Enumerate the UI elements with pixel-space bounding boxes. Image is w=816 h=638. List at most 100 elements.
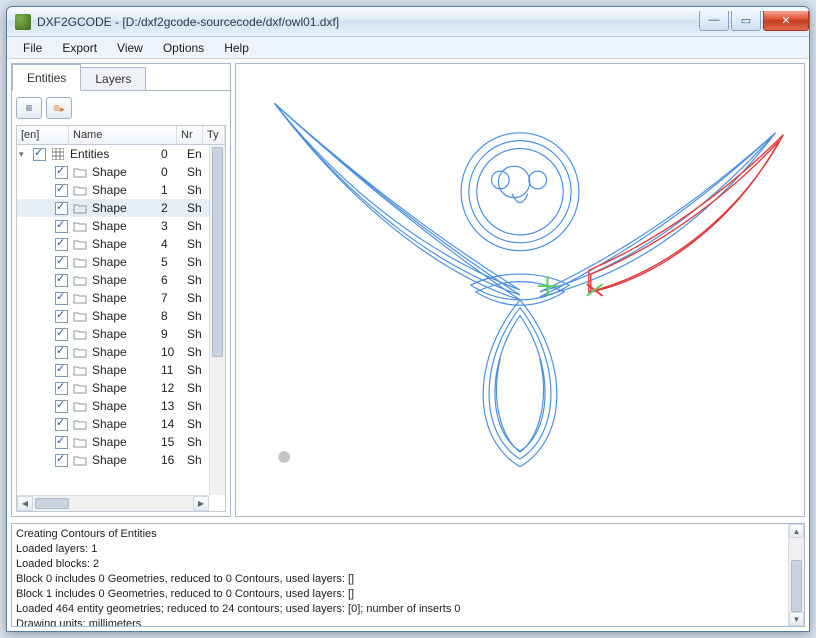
log-vscrollbar[interactable]: ▲ ▼	[788, 524, 804, 626]
expand-all-button[interactable]: ≡▸	[46, 97, 72, 119]
tree-row-shape[interactable]: Shape3Sh	[17, 217, 209, 235]
log-scroll-up[interactable]: ▲	[789, 524, 804, 538]
menu-options[interactable]: Options	[153, 37, 214, 58]
row-name: Entities	[70, 147, 161, 161]
enable-checkbox[interactable]	[55, 220, 68, 233]
col-nr[interactable]: Nr	[177, 126, 203, 144]
left-panel: Entities Layers ≡ ≡▸ [en] Name	[11, 63, 231, 517]
row-nr: 13	[161, 399, 187, 413]
enable-checkbox[interactable]	[55, 346, 68, 359]
col-ty[interactable]: Ty	[203, 126, 225, 144]
tree-vscrollbar[interactable]	[209, 145, 225, 495]
row-nr: 1	[161, 183, 187, 197]
hscroll-right-arrow[interactable]: ▶	[193, 496, 209, 511]
tree-row-shape[interactable]: Shape7Sh	[17, 289, 209, 307]
enable-checkbox[interactable]	[55, 202, 68, 215]
row-nr: 14	[161, 417, 187, 431]
enable-checkbox[interactable]	[55, 328, 68, 341]
row-name: Shape	[92, 201, 161, 215]
menu-export[interactable]: Export	[52, 37, 107, 58]
enable-checkbox[interactable]	[55, 400, 68, 413]
collapse-all-button[interactable]: ≡	[16, 97, 42, 119]
col-name[interactable]: Name	[69, 126, 177, 144]
tree-vscroll-thumb[interactable]	[212, 147, 223, 357]
minimize-button[interactable]: —	[699, 11, 729, 31]
tree-row-shape[interactable]: Shape14Sh	[17, 415, 209, 433]
tabs: Entities Layers	[12, 64, 230, 91]
enable-checkbox[interactable]	[55, 364, 68, 377]
folder-icon	[72, 219, 88, 233]
log-scroll-thumb[interactable]	[791, 560, 802, 612]
tree-row-shape[interactable]: Shape6Sh	[17, 271, 209, 289]
enable-checkbox[interactable]	[55, 166, 68, 179]
row-nr: 5	[161, 255, 187, 269]
row-ty: Sh	[187, 219, 209, 233]
tree-row-shape[interactable]: Shape16Sh	[17, 451, 209, 469]
hscroll-left-arrow[interactable]: ◀	[17, 496, 33, 511]
row-nr: 16	[161, 453, 187, 467]
menu-help[interactable]: Help	[214, 37, 259, 58]
row-ty: Sh	[187, 255, 209, 269]
log-scroll-down[interactable]: ▼	[789, 612, 804, 626]
tree-row-shape[interactable]: Shape11Sh	[17, 361, 209, 379]
entities-tab-body: ≡ ≡▸ [en] Name Nr Ty ▾Entities0EnShape0S…	[12, 91, 230, 516]
tree-row-shape[interactable]: Shape1Sh	[17, 181, 209, 199]
close-button[interactable]: ✕	[763, 11, 809, 31]
row-nr: 0	[161, 147, 187, 161]
tab-entities[interactable]: Entities	[12, 64, 81, 91]
tree-row-shape[interactable]: Shape2Sh	[17, 199, 209, 217]
tree-row-shape[interactable]: Shape12Sh	[17, 379, 209, 397]
tree-hscrollbar[interactable]: ◀ ▶	[17, 495, 209, 511]
hscroll-thumb[interactable]	[35, 498, 69, 509]
enable-checkbox[interactable]	[55, 454, 68, 467]
tree-row-shape[interactable]: Shape8Sh	[17, 307, 209, 325]
row-nr: 10	[161, 345, 187, 359]
enable-checkbox[interactable]	[55, 418, 68, 431]
enable-checkbox[interactable]	[55, 274, 68, 287]
enable-checkbox[interactable]	[55, 382, 68, 395]
row-nr: 0	[161, 165, 187, 179]
folder-icon	[72, 453, 88, 467]
enable-checkbox[interactable]	[55, 184, 68, 197]
col-enabled[interactable]: [en]	[17, 126, 69, 144]
row-name: Shape	[92, 291, 161, 305]
folder-icon	[72, 291, 88, 305]
tree-row-shape[interactable]: Shape13Sh	[17, 397, 209, 415]
menubar: File Export View Options Help	[7, 37, 809, 59]
enable-checkbox[interactable]	[55, 436, 68, 449]
row-ty: Sh	[187, 435, 209, 449]
tree-row-shape[interactable]: Shape10Sh	[17, 343, 209, 361]
row-name: Shape	[92, 363, 161, 377]
maximize-button[interactable]: ▭	[731, 11, 761, 31]
tree-rows[interactable]: ▾Entities0EnShape0ShShape1ShShape2ShShap…	[17, 145, 209, 495]
tab-layers[interactable]: Layers	[80, 67, 146, 90]
menu-file[interactable]: File	[13, 37, 52, 58]
enable-checkbox[interactable]	[55, 310, 68, 323]
row-nr: 9	[161, 327, 187, 341]
grid-icon	[50, 147, 66, 161]
enable-checkbox[interactable]	[33, 148, 46, 161]
enable-checkbox[interactable]	[55, 292, 68, 305]
tree-row-shape[interactable]: Shape15Sh	[17, 433, 209, 451]
log-panel[interactable]: Creating Contours of Entities Loaded lay…	[11, 523, 805, 627]
row-nr: 11	[161, 363, 187, 377]
enable-checkbox[interactable]	[55, 256, 68, 269]
hscroll-track[interactable]	[33, 496, 193, 511]
tree-row-shape[interactable]: Shape0Sh	[17, 163, 209, 181]
tree-row-entities[interactable]: ▾Entities0En	[17, 145, 209, 163]
expand-arrow-icon[interactable]: ▾	[19, 149, 31, 160]
row-name: Shape	[92, 435, 161, 449]
enable-checkbox[interactable]	[55, 238, 68, 251]
row-name: Shape	[92, 237, 161, 251]
tree-row-shape[interactable]: Shape5Sh	[17, 253, 209, 271]
row-nr: 4	[161, 237, 187, 251]
tree-row-shape[interactable]: Shape4Sh	[17, 235, 209, 253]
row-name: Shape	[92, 327, 161, 341]
row-ty: Sh	[187, 327, 209, 341]
window-controls: — ▭ ✕	[697, 11, 809, 31]
drawing-canvas[interactable]	[235, 63, 805, 517]
folder-icon	[72, 399, 88, 413]
tree-body: ▾Entities0EnShape0ShShape1ShShape2ShShap…	[16, 145, 226, 512]
tree-row-shape[interactable]: Shape9Sh	[17, 325, 209, 343]
menu-view[interactable]: View	[107, 37, 153, 58]
